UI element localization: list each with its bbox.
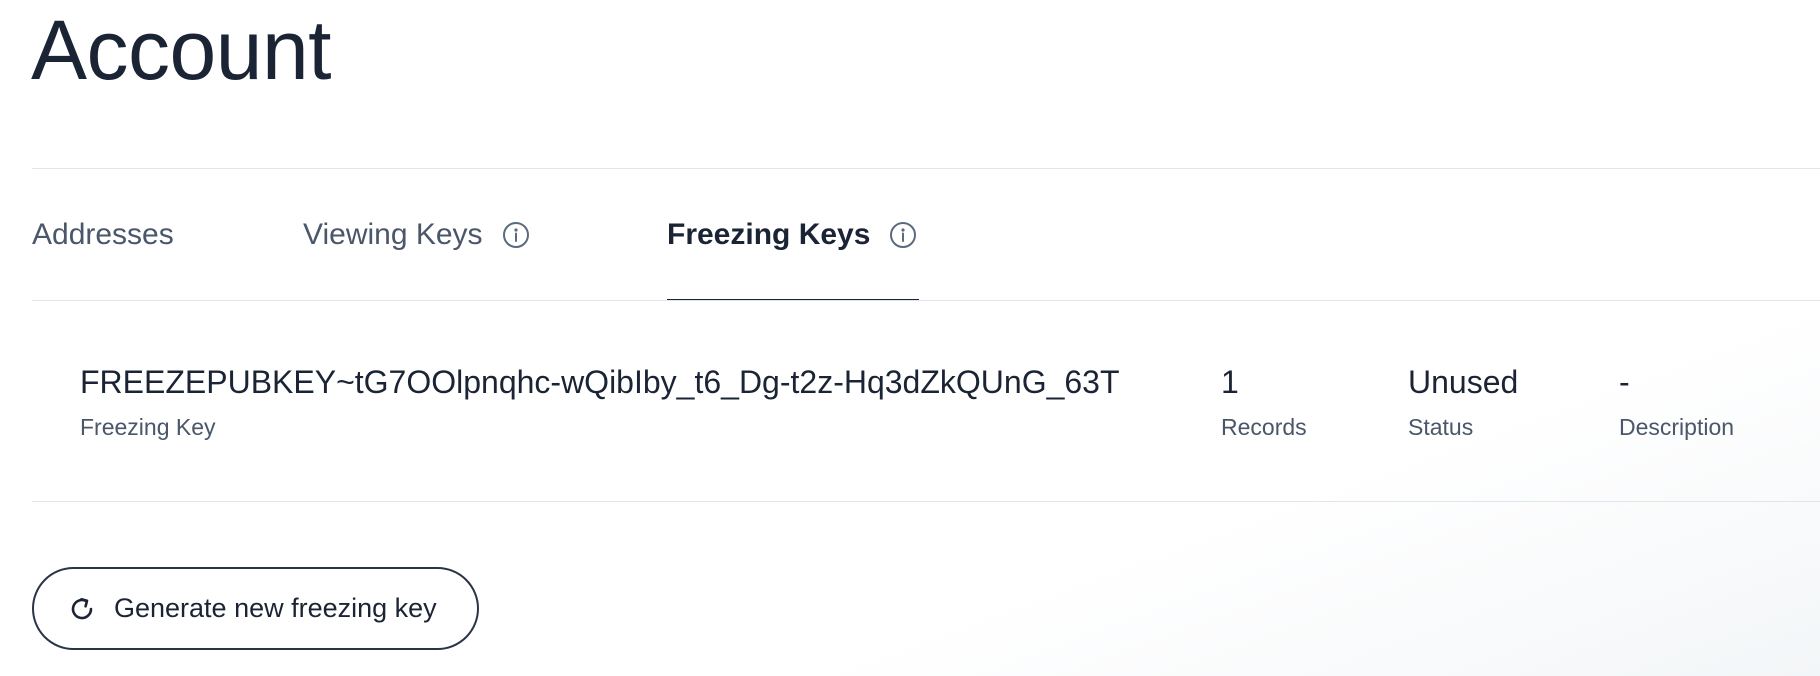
tab-freezing-keys[interactable]: Freezing Keys — [667, 169, 919, 301]
info-icon[interactable] — [501, 220, 531, 250]
description-cell: - Description — [1619, 362, 1734, 442]
tab-viewing-keys[interactable]: Viewing Keys — [303, 169, 667, 300]
freezing-key-cell: FREEZEPUBKEY~tG7OOlpnqhc-wQibIby_t6_Dg-t… — [80, 362, 1120, 442]
page-title: Account — [31, 3, 332, 97]
freezing-key-row: FREEZEPUBKEY~tG7OOlpnqhc-wQibIby_t6_Dg-t… — [80, 362, 1820, 452]
info-icon[interactable] — [888, 220, 918, 250]
refresh-icon — [66, 593, 98, 625]
tabs-divider — [32, 300, 1820, 301]
description-label: Description — [1619, 414, 1735, 440]
description-value: - — [1619, 364, 1630, 400]
records-label: Records — [1221, 414, 1307, 440]
row-divider — [32, 501, 1820, 502]
tab-viewing-keys-label: Viewing Keys — [303, 217, 483, 251]
records-value: 1 — [1221, 364, 1239, 400]
status-cell: Unused Status — [1408, 362, 1518, 442]
freezing-key-label: Freezing Key — [80, 414, 216, 440]
tab-addresses-label: Addresses — [32, 217, 174, 251]
generate-freezing-key-button[interactable]: Generate new freezing key — [32, 567, 479, 650]
status-value: Unused — [1408, 364, 1519, 400]
status-label: Status — [1408, 414, 1474, 440]
tab-addresses[interactable]: Addresses — [32, 169, 303, 300]
account-tabs: Addresses Viewing Keys Freezing Keys — [32, 169, 919, 301]
freezing-key-value[interactable]: FREEZEPUBKEY~tG7OOlpnqhc-wQibIby_t6_Dg-t… — [80, 362, 1120, 402]
tab-freezing-keys-label: Freezing Keys — [667, 217, 871, 251]
generate-freezing-key-label: Generate new freezing key — [114, 593, 437, 623]
records-cell: 1 Records — [1221, 362, 1307, 442]
